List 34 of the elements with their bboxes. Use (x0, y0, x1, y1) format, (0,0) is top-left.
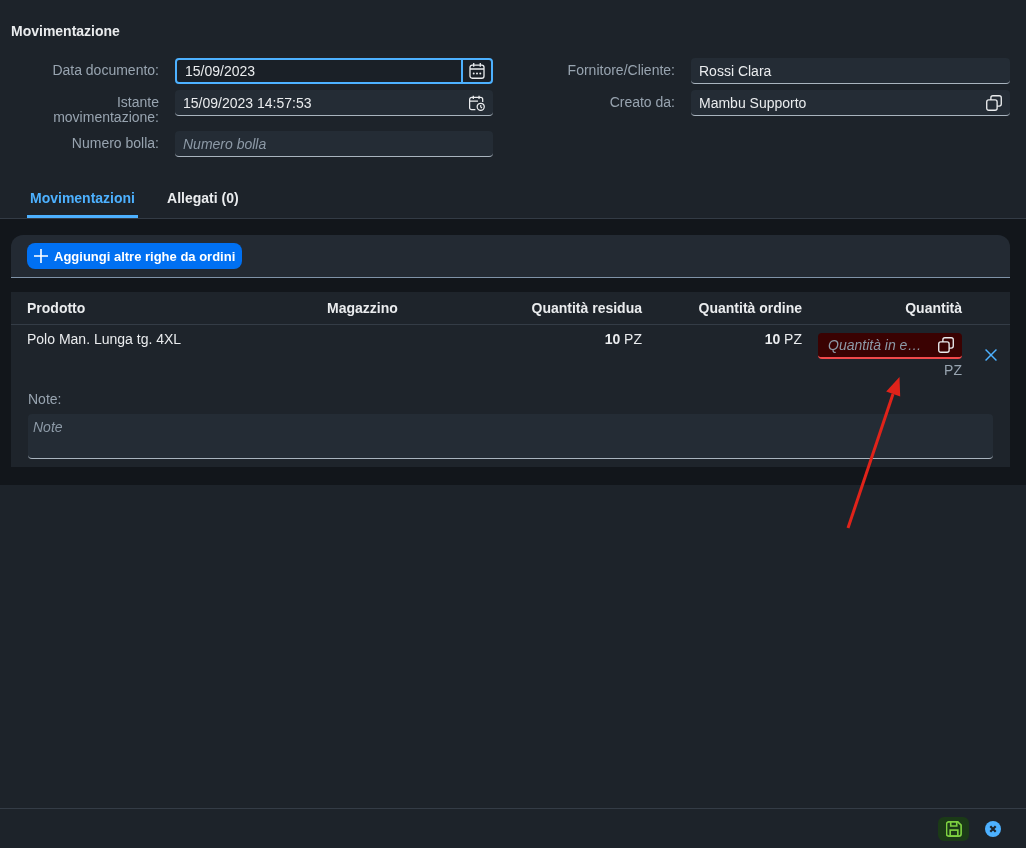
column-header: Prodotto (27, 300, 86, 316)
text-field[interactable]: Rossi Clara (691, 58, 1010, 84)
save-icon (945, 820, 962, 837)
field-label: Istante movimentazione: (52, 93, 159, 125)
column-header: Quantità ordine (698, 300, 802, 316)
plus-icon (34, 249, 48, 263)
column-header: Quantità residua (531, 300, 642, 316)
notes-field[interactable]: Note (28, 414, 993, 459)
date-time-field[interactable]: 15/09/2023 14:57:53 (175, 90, 493, 116)
field-label: Note: (28, 391, 62, 407)
field-label: Creato da: (609, 93, 675, 110)
copy-icon[interactable] (986, 94, 1002, 111)
cancel-icon[interactable] (985, 820, 1001, 837)
quantity-field[interactable]: Quantità in e… (818, 333, 962, 359)
text-field[interactable]: Mambu Supporto (691, 90, 1010, 116)
save-button[interactable] (938, 816, 969, 841)
column-header: Magazzino (327, 300, 398, 316)
field-label: Numero bolla: (71, 134, 159, 151)
calendar-icon (469, 63, 485, 79)
close-icon[interactable] (985, 349, 997, 361)
text-field[interactable]: Numero bolla (175, 131, 493, 157)
field-label: Fornitore/Cliente: (567, 61, 675, 78)
date-field[interactable]: 15/09/2023 (175, 58, 493, 84)
copy-icon[interactable] (938, 337, 954, 353)
unit-label: PZ (944, 362, 962, 378)
calendar-clock-icon[interactable] (469, 94, 485, 111)
tab[interactable]: Allegati (0) (164, 180, 242, 218)
table-cell-text: 10 PZ (764, 330, 802, 347)
table-cell-text: 10 PZ (604, 330, 642, 347)
table-cell-text: Polo Man. Lunga tg. 4XL (27, 330, 182, 347)
add-rows-button[interactable]: Aggiungi altre righe da ordini (27, 243, 243, 269)
section-title: Movimentazione (11, 22, 120, 40)
column-header: Quantità (905, 300, 962, 316)
field-label: Data documento: (52, 61, 159, 78)
